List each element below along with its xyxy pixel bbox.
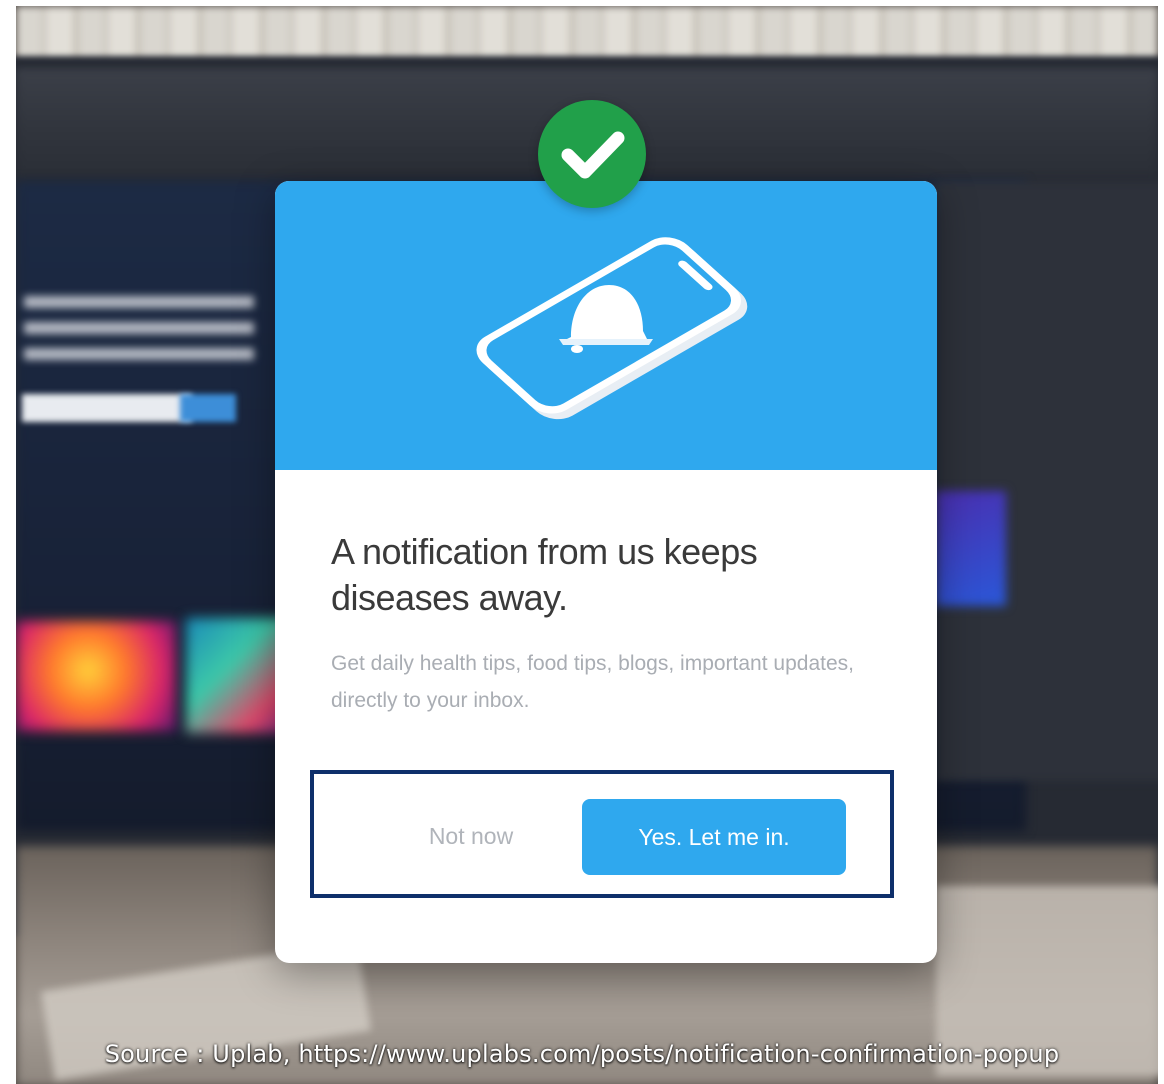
not-now-button[interactable]: Not now — [371, 799, 571, 873]
background-side-panel — [936, 181, 1158, 781]
success-badge — [538, 100, 646, 208]
popup-description: Get daily health tips, food tips, blogs,… — [331, 652, 854, 712]
background-thumbnail — [936, 491, 1006, 606]
notification-popup: A notification from us keeps diseases aw… — [275, 181, 937, 963]
popup-hero — [275, 181, 937, 470]
checkmark-icon — [561, 131, 625, 179]
accept-button[interactable]: Yes. Let me in. — [582, 799, 846, 875]
phone-bell-icon — [476, 237, 748, 420]
background-thumbnail — [16, 621, 176, 731]
background-search-button — [180, 394, 236, 422]
source-caption: Source : Uplab, https://www.uplabs.com/p… — [104, 1040, 1060, 1068]
background-searchbar — [22, 394, 192, 422]
popup-title: A notification from us keeps diseases aw… — [331, 531, 758, 618]
background-headline — [24, 296, 254, 366]
